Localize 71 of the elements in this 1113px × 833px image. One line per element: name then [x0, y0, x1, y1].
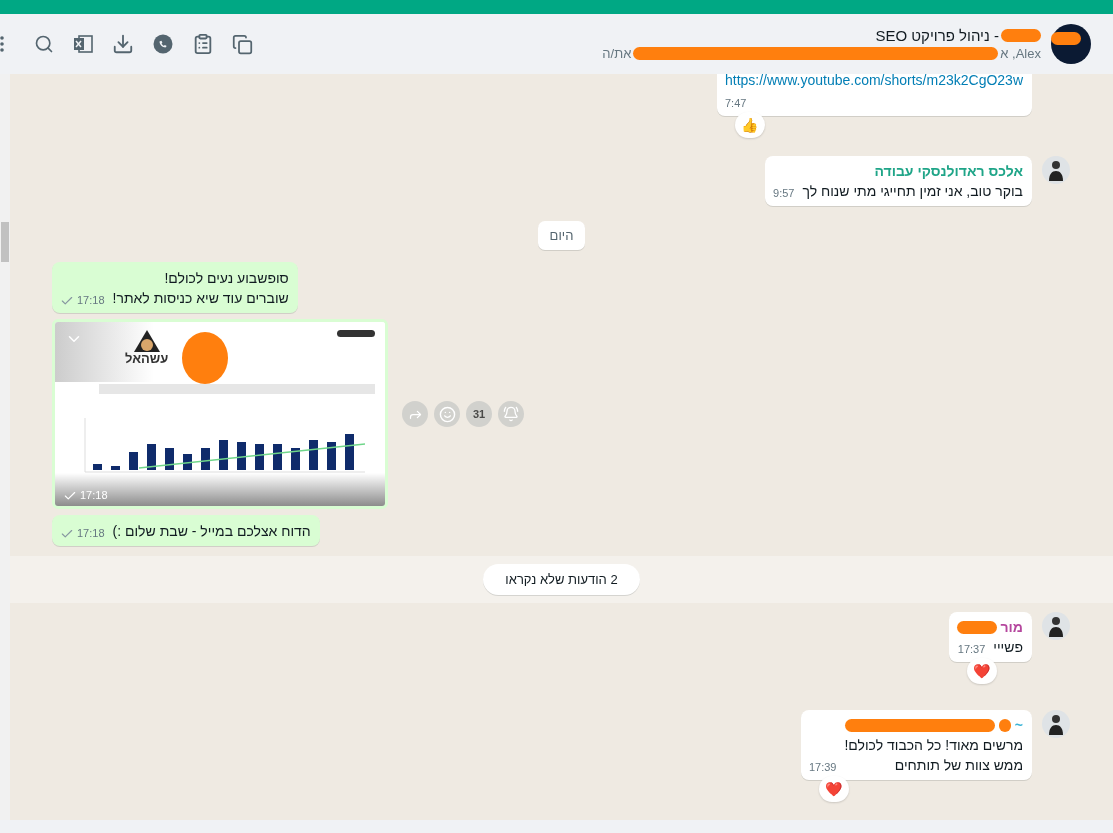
- message-time: 17:18: [80, 488, 108, 503]
- message-text: מרשים מאוד! כל הכבוד לכולם!: [844, 736, 1023, 755]
- chart-bar: [147, 444, 156, 470]
- message-text: ממש צוות של תותחים: [893, 756, 1023, 775]
- chart-bar: [345, 434, 354, 470]
- clipboard-icon: [192, 33, 214, 55]
- search-icon: [34, 34, 54, 54]
- redaction-mark: [1001, 29, 1041, 42]
- smiley-icon: [438, 405, 456, 423]
- logo-icon: [133, 330, 160, 352]
- message-time: 17:39: [808, 760, 837, 775]
- report-toggle: [337, 330, 375, 337]
- sender-name: ~: [1014, 716, 1023, 735]
- search-button[interactable]: [34, 34, 54, 54]
- export-button[interactable]: [72, 33, 94, 55]
- redaction-mark: [182, 332, 229, 384]
- avatar[interactable]: [1042, 156, 1070, 184]
- menu-button[interactable]: [0, 36, 4, 52]
- chart-bar: [201, 448, 210, 470]
- download-button[interactable]: [112, 33, 134, 55]
- chart-bar: [183, 454, 192, 470]
- avatar[interactable]: [1042, 612, 1070, 640]
- message-link[interactable]: https://www.youtube.com/shorts/m23k2CgO23w: [724, 74, 1023, 90]
- copy-icon: [232, 33, 253, 55]
- message-time: 7:47: [724, 96, 747, 111]
- unread-label: 2 הודעות שלא נקראו: [483, 564, 640, 595]
- person-avatar-icon: [1046, 615, 1066, 637]
- chat-title: - ניהול פרויקט SEO: [875, 27, 999, 44]
- message-text: סופשבוע נעים לכולם!: [163, 269, 289, 288]
- windows-button[interactable]: [232, 33, 253, 55]
- spreadsheet-icon: [72, 33, 94, 55]
- message-time: 17:37: [957, 642, 986, 657]
- check-icon: [63, 489, 77, 503]
- chart-bar: [273, 444, 282, 470]
- message-text: בוקר טוב, אני זמין תחייגי מתי שנוח לך: [802, 182, 1023, 201]
- message-text: פשייי: [993, 638, 1023, 657]
- chart-bar: [237, 442, 246, 470]
- sender-name: אלכס ראדולנסקי עבודה: [874, 162, 1023, 181]
- chart-bar: [129, 452, 138, 470]
- group-avatar[interactable]: [1051, 24, 1091, 64]
- chart-bar: [255, 444, 264, 470]
- reaction-emoji[interactable]: ❤: [966, 658, 997, 684]
- message-text: שוברים עוד שיא כניסות לאתר!: [112, 289, 289, 308]
- chart-bar: [111, 466, 120, 470]
- redaction-mark: [1051, 32, 1081, 45]
- chart-bar: [327, 442, 336, 470]
- clipboard-button[interactable]: [192, 33, 214, 55]
- participants-text: Alex, א: [1000, 46, 1041, 61]
- message-text: הדוח אצלכם במייל - שבת שלום :): [112, 522, 311, 541]
- menu-icon: [0, 36, 4, 52]
- message-time: 9:57: [773, 186, 795, 201]
- avatar[interactable]: [1042, 710, 1070, 738]
- sender-name: מור: [1000, 618, 1023, 637]
- person-avatar-icon: [1046, 713, 1066, 735]
- participants-text: את/ה: [602, 46, 632, 61]
- calendar-button[interactable]: 31: [466, 401, 492, 427]
- person-avatar-icon: [1046, 159, 1066, 181]
- chart-bar: [291, 448, 300, 470]
- reaction-emoji[interactable]: ❤: [818, 776, 849, 802]
- bell-icon: [503, 406, 519, 422]
- message-time: 17:18: [77, 293, 105, 308]
- chart-bar: [93, 464, 102, 470]
- date-label: היום: [537, 221, 586, 250]
- chart-bar: [219, 440, 228, 470]
- download-icon: [112, 33, 134, 55]
- redaction-mark: [998, 719, 1011, 732]
- chart-bar: [309, 440, 318, 470]
- chart-bar: [165, 448, 174, 470]
- scrollbar[interactable]: [0, 74, 10, 820]
- logo-text: עשהאל: [125, 352, 169, 366]
- message-time: 17:18: [77, 526, 105, 541]
